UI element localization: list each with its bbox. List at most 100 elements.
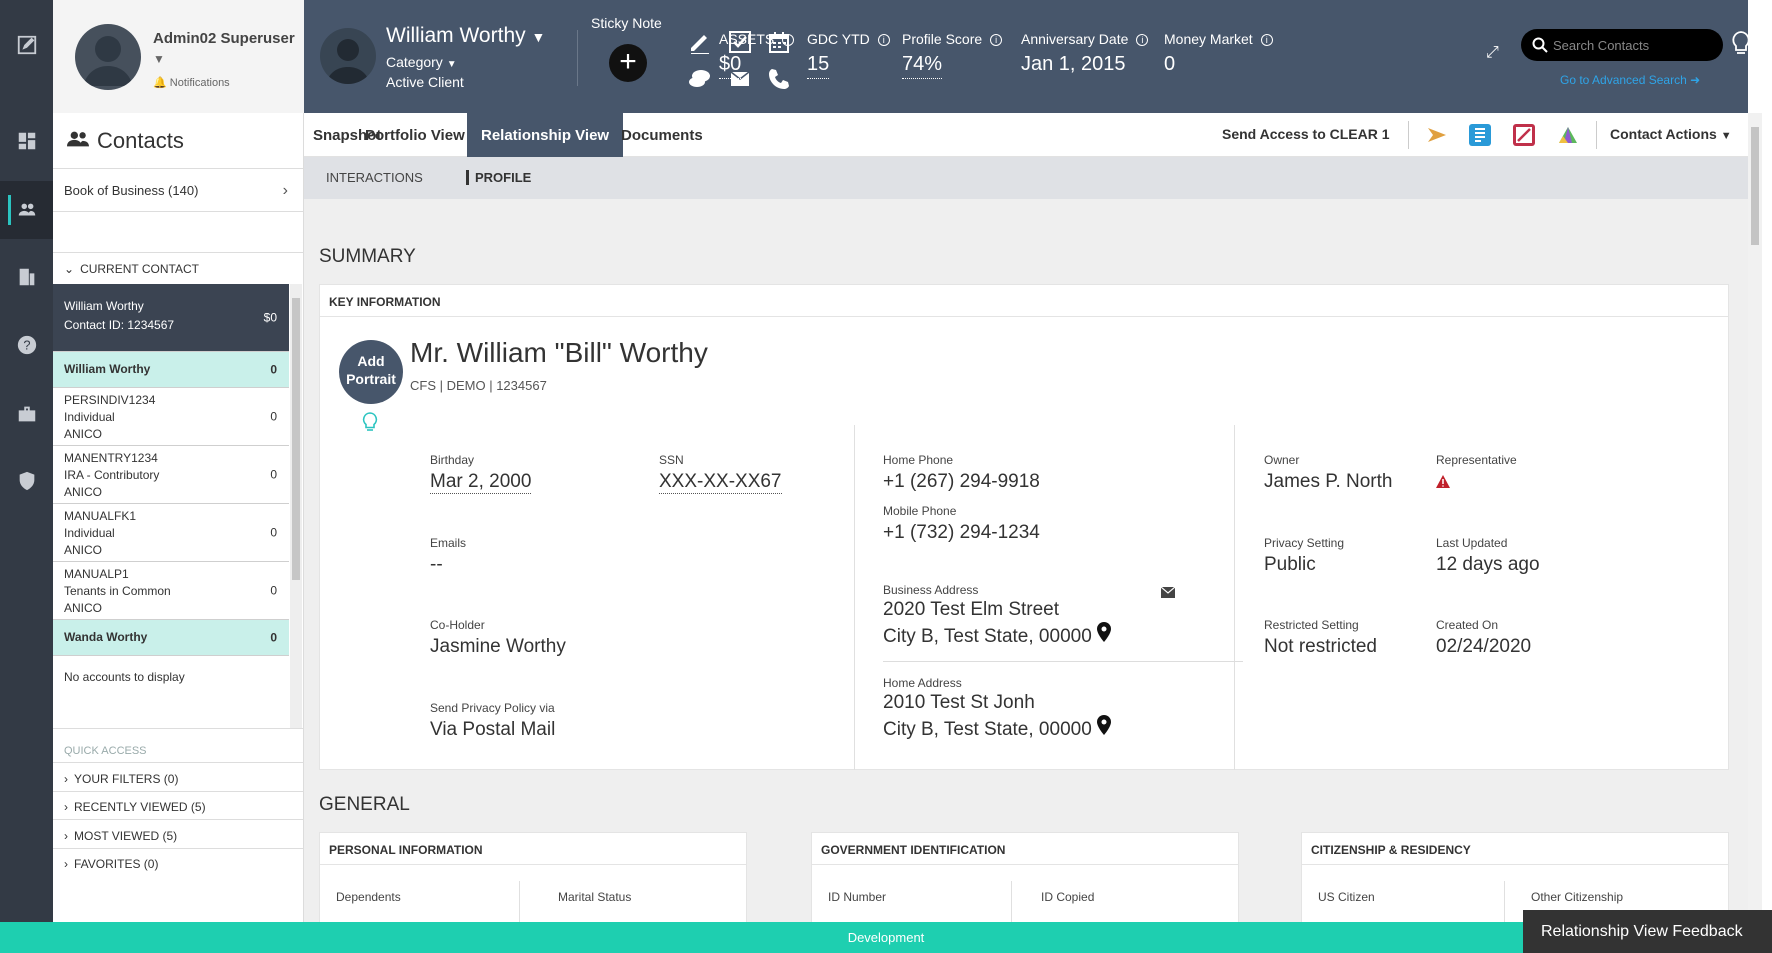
- map-pin-icon[interactable]: [1097, 622, 1112, 647]
- stat-value[interactable]: $0: [719, 53, 742, 79]
- column-divider: [1011, 881, 1012, 922]
- info-icon[interactable]: i: [1136, 34, 1149, 47]
- key-information-card: KEY INFORMATION Add Portrait Mr. William…: [319, 284, 1729, 770]
- owner-value: James P. North: [1264, 471, 1393, 492]
- created-on-field: Created On 02/24/2020: [1436, 618, 1531, 658]
- search-contacts-input[interactable]: Search Contacts: [1521, 29, 1723, 61]
- dashboard-icon[interactable]: [0, 112, 53, 170]
- map-pin-icon[interactable]: [1097, 715, 1112, 740]
- app-window: ? Admin02 Superuser ▼ 🔔 Notifications Co…: [0, 0, 1772, 953]
- privacy-setting-label: Privacy Setting: [1264, 536, 1345, 550]
- stat-label-row: Money Market i: [1164, 31, 1273, 47]
- quick-access-item[interactable]: › MOST VIEWED (5): [53, 819, 304, 851]
- user-avatar[interactable]: [75, 24, 141, 90]
- account-list-item[interactable]: MANENTRY1234 IRA - Contributory ANICO 0: [53, 446, 289, 504]
- tab-relationship-view[interactable]: Relationship View: [467, 113, 624, 157]
- account-list-item[interactable]: PERSINDIV1234 Individual ANICO 0: [53, 388, 289, 446]
- triangle-app-icon[interactable]: [1557, 124, 1579, 146]
- ssn-label: SSN: [659, 453, 684, 467]
- mail-address-icon[interactable]: [1160, 585, 1176, 603]
- document-app-icon[interactable]: [1469, 124, 1491, 146]
- marital-status-label: Marital Status: [558, 890, 632, 904]
- arrow-send-icon[interactable]: [1426, 124, 1448, 146]
- compose-icon[interactable]: [0, 16, 53, 74]
- contact-actions-dropdown[interactable]: Contact Actions ▼: [1610, 126, 1732, 142]
- stat-label-row: Anniversary Date i: [1021, 31, 1149, 47]
- category-dropdown[interactable]: Category ▼: [386, 54, 457, 70]
- help-icon[interactable]: ?: [0, 316, 53, 374]
- info-icon[interactable]: i: [782, 34, 795, 47]
- info-icon[interactable]: i: [877, 34, 890, 47]
- contacts-title: Contacts: [97, 127, 184, 153]
- quick-access-item[interactable]: › FAVORITES (0): [53, 847, 304, 880]
- owner-field: Owner James P. North: [1264, 453, 1392, 493]
- citizenship-residency-title: CITIZENSHIP & RESIDENCY: [1302, 833, 1728, 865]
- account-line: Tenants in Common: [64, 584, 171, 598]
- reports-icon[interactable]: [0, 248, 53, 306]
- chat-icon[interactable]: [688, 67, 712, 91]
- advanced-search-link[interactable]: Go to Advanced Search ➜: [1560, 73, 1700, 87]
- shield-icon[interactable]: [0, 452, 53, 510]
- scrollbar-thumb[interactable]: [292, 298, 300, 580]
- privacy-setting-value: Public: [1264, 554, 1316, 575]
- lightbulb-hint-icon[interactable]: [361, 411, 379, 438]
- quick-access-item[interactable]: › YOUR FILTERS (0): [53, 762, 304, 794]
- account-rows: William Worthy 0 PERSINDIV1234 Individual AN…: [53, 352, 289, 656]
- add-portrait-button[interactable]: Add Portrait: [339, 340, 403, 404]
- stat-label: GDC YTD: [807, 31, 870, 47]
- tab-profile[interactable]: PROFILE: [466, 170, 531, 185]
- stat-value[interactable]: 15: [807, 53, 830, 79]
- chevron-right-icon: ›: [64, 800, 68, 814]
- account-list-item[interactable]: MANUALFK1 Individual ANICO 0: [53, 504, 289, 562]
- header-divider: [577, 30, 578, 86]
- contact-name-dropdown[interactable]: William Worthy ▼: [386, 24, 545, 48]
- list-scrollbar[interactable]: [290, 284, 302, 728]
- home-address-line2: City B, Test State, 00000: [883, 719, 1092, 740]
- account-list-item[interactable]: Wanda Worthy 0: [53, 620, 289, 656]
- personal-information-title: PERSONAL INFORMATION: [320, 833, 746, 865]
- contacts-people-icon: [67, 128, 89, 154]
- account-amount: 0: [270, 630, 277, 644]
- main-scrollbar[interactable]: [1748, 113, 1762, 922]
- info-icon[interactable]: i: [990, 34, 1003, 47]
- chart-app-icon[interactable]: [1513, 124, 1535, 146]
- contacts-nav-icon[interactable]: [0, 181, 53, 239]
- warning-triangle-icon[interactable]: [1436, 475, 1517, 493]
- current-contact-card[interactable]: William Worthy Contact ID: 1234567 $0: [53, 284, 289, 352]
- tab-divider: [1408, 121, 1409, 149]
- tab-documents[interactable]: Documents: [612, 113, 712, 157]
- column-divider: [1504, 881, 1505, 922]
- no-accounts-message: No accounts to display: [53, 656, 289, 690]
- user-menu-chevron-icon[interactable]: ▼: [153, 52, 165, 66]
- tab-interactions[interactable]: INTERACTIONS: [326, 170, 423, 185]
- book-of-business-link[interactable]: Book of Business (140) ›: [53, 170, 304, 212]
- mobile-phone-value[interactable]: +1 (732) 294-1234: [883, 522, 1040, 544]
- stat-value[interactable]: 74%: [902, 53, 943, 79]
- user-name[interactable]: Admin02 Superuser: [153, 30, 295, 47]
- category-label: Category: [386, 54, 443, 70]
- lightbulb-icon[interactable]: [1730, 30, 1752, 61]
- expand-icon[interactable]: ⤢: [1486, 44, 1499, 62]
- account-list-item[interactable]: MANUALP1 Tenants in Common ANICO 0: [53, 562, 289, 620]
- scrollbar-thumb[interactable]: [1751, 127, 1759, 245]
- briefcase-icon[interactable]: [0, 385, 53, 443]
- account-line: Individual: [64, 410, 115, 424]
- view-tabs: Snapshot Portfolio View Relationship View D…: [304, 113, 1748, 157]
- info-icon[interactable]: i: [1260, 34, 1273, 47]
- current-contact-header[interactable]: ⌄ CURRENT CONTACT: [53, 252, 304, 284]
- account-line: MANUALFK1: [64, 509, 137, 523]
- notifications-link[interactable]: 🔔 Notifications: [153, 76, 230, 89]
- account-list-item[interactable]: William Worthy 0: [53, 352, 289, 388]
- quick-access-label: MOST VIEWED (5): [74, 828, 178, 843]
- send-access-button[interactable]: Send Access to CLEAR 1: [1222, 126, 1390, 142]
- pencil-icon[interactable]: [688, 30, 712, 54]
- chevron-right-icon: ›: [64, 771, 68, 786]
- tab-portfolio-view[interactable]: Portfolio View: [356, 113, 474, 157]
- birthday-value[interactable]: Mar 2, 2000: [430, 471, 532, 494]
- svg-text:?: ?: [23, 338, 30, 353]
- home-phone-value[interactable]: +1 (267) 294-9918: [883, 471, 1040, 493]
- feedback-button[interactable]: Relationship View Feedback: [1523, 910, 1772, 953]
- home-phone-field: Home Phone +1 (267) 294-9918: [883, 453, 1040, 493]
- ssn-value[interactable]: XXX-XX-XX67: [659, 471, 782, 494]
- quick-access-item[interactable]: › RECENTLY VIEWED (5): [53, 790, 304, 823]
